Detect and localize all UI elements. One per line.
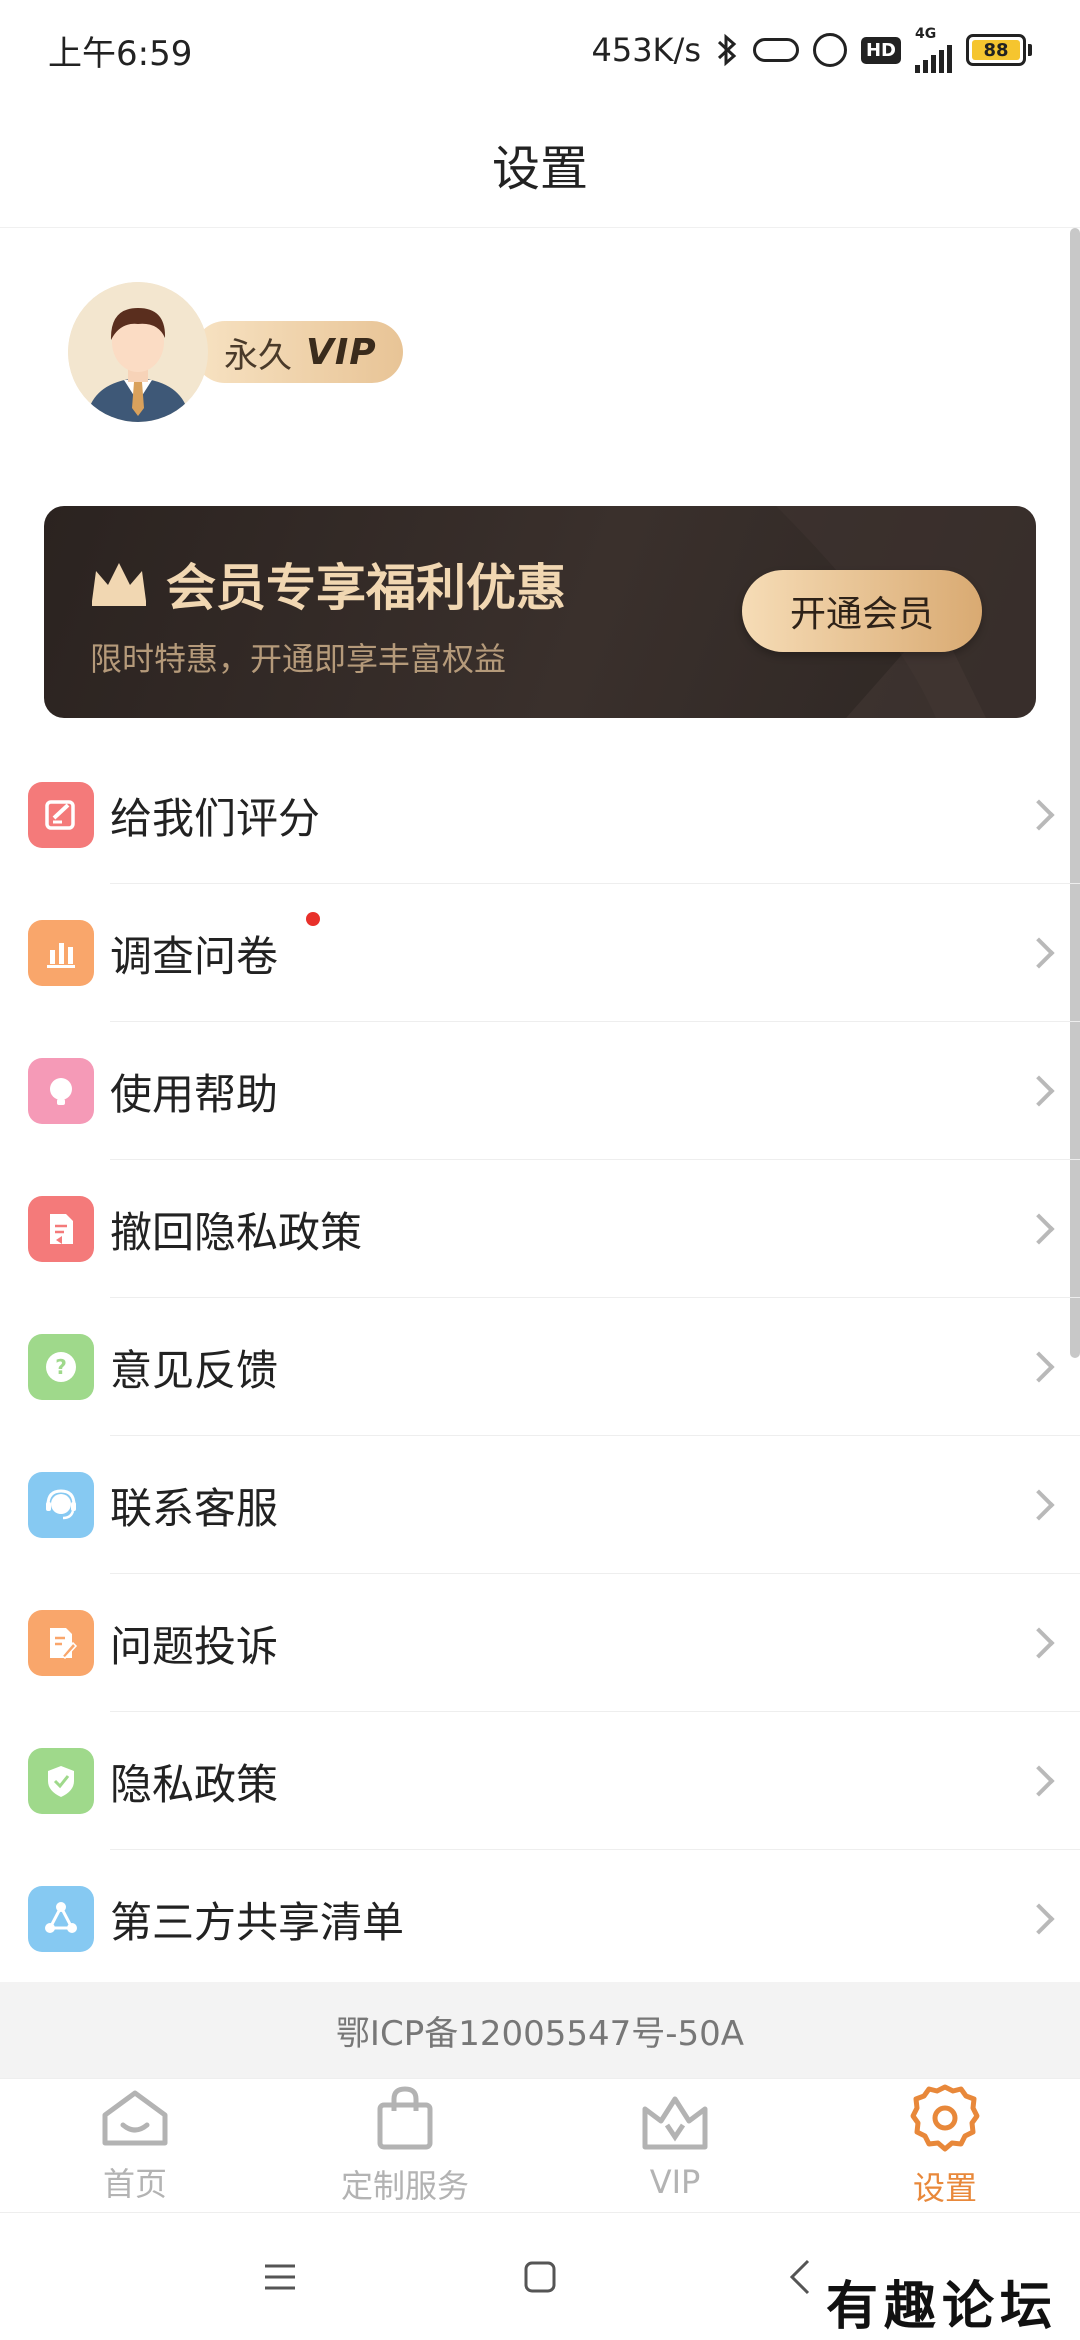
revoke-document-icon (28, 1196, 94, 1262)
menu-item-help[interactable]: 使用帮助 (0, 1022, 1080, 1160)
svg-text:?: ? (55, 1355, 67, 1379)
icp-license: 鄂ICP备12005547号-50A (0, 1982, 1080, 2078)
chevron-right-icon (1023, 1213, 1055, 1245)
avatar[interactable] (68, 282, 208, 422)
shopping-bag-icon (372, 2085, 438, 2155)
help-bulb-icon (28, 1058, 94, 1124)
network-speed: 453K/s (591, 31, 701, 69)
menu-item-privacy-policy[interactable]: 隐私政策 (0, 1712, 1080, 1850)
back-icon[interactable] (770, 2247, 830, 2307)
watermark: 有趣论坛 (825, 2276, 1058, 2337)
menu-item-feedback[interactable]: ? 意见反馈 (0, 1298, 1080, 1436)
status-time: 上午6:59 (48, 33, 193, 74)
notification-dot (306, 912, 320, 926)
nav-item-home[interactable]: 首页 (0, 2079, 270, 2212)
crown-icon (88, 557, 150, 611)
bottom-nav: 首页 定制服务 VIP 设置 (0, 2078, 1080, 2212)
survey-chart-icon (28, 920, 94, 986)
nav-item-settings[interactable]: 设置 (810, 2079, 1080, 2212)
menu-item-label: 联系客服 (110, 1483, 279, 1533)
privacy-shield-icon (28, 1748, 94, 1814)
rate-edit-icon (28, 782, 94, 848)
vip-crown-icon (639, 2091, 711, 2157)
chevron-right-icon (1023, 799, 1055, 831)
settings-gear-icon (910, 2083, 980, 2157)
battery-icon: 88 (966, 34, 1032, 66)
menu-item-label: 使用帮助 (110, 1069, 279, 1119)
network-type: 4G (915, 26, 937, 42)
menu-item-revoke-privacy[interactable]: 撤回隐私政策 (0, 1160, 1080, 1298)
share-network-icon (28, 1886, 94, 1952)
alarm-icon (812, 33, 847, 67)
status-bar: 上午6:59 453K/s HD 4G 88 (0, 0, 1080, 100)
status-icons: 453K/s HD 4G 88 (591, 27, 1032, 73)
nav-item-custom-service[interactable]: 定制服务 (270, 2079, 540, 2212)
nav-label: VIP (649, 2162, 701, 2201)
settings-menu: 给我们评分 调查问卷 使用帮助 撤回隐私政策 ? 意见反馈 联系客服 问题投诉 … (0, 746, 1080, 1988)
complaint-document-icon (28, 1610, 94, 1676)
menu-item-complaint[interactable]: 问题投诉 (0, 1574, 1080, 1712)
menu-item-label: 意见反馈 (110, 1345, 279, 1395)
home-square-icon[interactable] (510, 2247, 570, 2307)
signal-icon: 4G (915, 27, 952, 73)
chevron-right-icon (1023, 937, 1055, 969)
menu-item-label: 撤回隐私政策 (110, 1207, 363, 1257)
menu-item-survey[interactable]: 调查问卷 (0, 884, 1080, 1022)
nav-label: 定制服务 (340, 2166, 469, 2205)
banner-title: 会员专享福利优惠 (166, 559, 566, 617)
menu-item-label: 给我们评分 (110, 793, 321, 843)
chevron-right-icon (1023, 1903, 1055, 1935)
vip-badge: 永久 VIP (194, 321, 403, 383)
banner-subtitle: 限时特惠，开通即享丰富权益 (90, 640, 507, 678)
customer-service-icon (28, 1472, 94, 1538)
nav-label: 首页 (102, 2164, 167, 2203)
nav-item-vip[interactable]: VIP (540, 2079, 810, 2212)
chevron-right-icon (1023, 1351, 1055, 1383)
page-header: 设置 (0, 100, 1080, 228)
nav-label: 设置 (912, 2168, 977, 2207)
vip-badge-vip: VIP (306, 331, 377, 373)
menu-icon[interactable] (250, 2247, 310, 2307)
menu-item-rate-us[interactable]: 给我们评分 (0, 746, 1080, 884)
hd-icon: HD (860, 36, 901, 64)
profile-section: 永久 VIP (68, 282, 403, 422)
page-title: 设置 (491, 140, 588, 197)
pill-icon (752, 38, 799, 62)
bluetooth-icon (715, 33, 739, 67)
menu-item-label: 调查问卷 (110, 931, 279, 981)
chevron-right-icon (1023, 1627, 1055, 1659)
chevron-right-icon (1023, 1765, 1055, 1797)
battery-level: 88 (972, 40, 1020, 61)
menu-item-customer-service[interactable]: 联系客服 (0, 1436, 1080, 1574)
open-membership-button[interactable]: 开通会员 (742, 570, 982, 652)
membership-banner[interactable]: 会员专享福利优惠 限时特惠，开通即享丰富权益 开通会员 (44, 506, 1036, 718)
feedback-question-icon: ? (28, 1334, 94, 1400)
menu-item-third-party-sharing[interactable]: 第三方共享清单 (0, 1850, 1080, 1988)
vip-badge-label: 永久 (224, 335, 292, 376)
menu-item-label: 隐私政策 (110, 1759, 279, 1809)
home-icon (99, 2087, 171, 2153)
chevron-right-icon (1023, 1489, 1055, 1521)
menu-item-label: 问题投诉 (110, 1621, 279, 1671)
chevron-right-icon (1023, 1075, 1055, 1107)
menu-item-label: 第三方共享清单 (110, 1897, 405, 1947)
